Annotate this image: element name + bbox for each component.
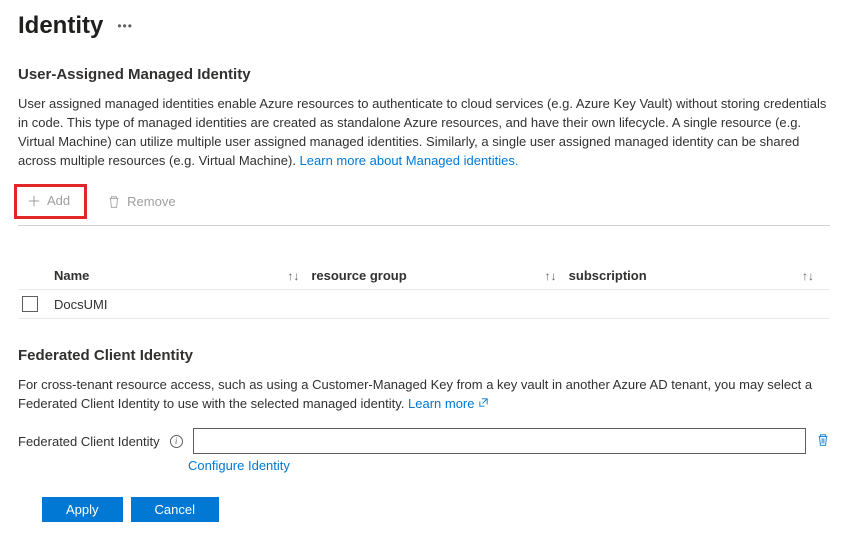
configure-identity-link[interactable]: Configure Identity <box>188 458 290 473</box>
col-resource-group[interactable]: resource group <box>311 268 528 283</box>
info-icon[interactable]: i <box>170 435 183 448</box>
federated-client-identity-input[interactable] <box>193 428 806 454</box>
add-button-highlight: Add <box>14 184 87 219</box>
footer-buttons: Apply Cancel <box>42 497 830 522</box>
federated-input-row: Federated Client Identity i <box>18 428 830 454</box>
remove-button-label: Remove <box>127 194 175 209</box>
page-header: Identity ••• <box>18 12 830 40</box>
col-name[interactable]: Name <box>54 268 271 283</box>
sort-icon[interactable]: ↑↓ <box>287 269 311 283</box>
row-checkbox[interactable] <box>22 296 38 312</box>
sort-icon[interactable]: ↑↓ <box>545 269 569 283</box>
cell-name: DocsUMI <box>54 297 271 312</box>
delete-button[interactable] <box>816 433 830 450</box>
external-link-icon <box>478 397 489 408</box>
federated-learn-more-link[interactable]: Learn more <box>408 396 489 411</box>
configure-identity-row: Configure Identity <box>188 458 830 473</box>
federated-section: Federated Client Identity For cross-tena… <box>18 347 830 473</box>
umi-section: User-Assigned Managed Identity User assi… <box>18 66 830 319</box>
federated-description: For cross-tenant resource access, such a… <box>18 376 830 414</box>
add-button[interactable]: Add <box>21 189 76 212</box>
table-row: DocsUMI <box>18 290 830 319</box>
federated-section-title: Federated Client Identity <box>18 347 830 364</box>
trash-icon <box>107 195 121 209</box>
add-button-label: Add <box>47 193 70 208</box>
table-header-row: Name ↑↓ resource group ↑↓ subscription ↑… <box>18 262 830 290</box>
plus-icon <box>27 194 41 208</box>
page-title: Identity <box>18 12 103 40</box>
umi-description: User assigned managed identities enable … <box>18 95 830 170</box>
trash-icon <box>816 433 830 447</box>
umi-section-title: User-Assigned Managed Identity <box>18 66 830 83</box>
umi-learn-more-link[interactable]: Learn more about Managed identities. <box>300 153 519 168</box>
cancel-button[interactable]: Cancel <box>131 497 219 522</box>
federated-field-label: Federated Client Identity <box>18 434 160 449</box>
sort-icon[interactable]: ↑↓ <box>802 269 826 283</box>
remove-button[interactable]: Remove <box>101 190 181 213</box>
umi-toolbar: Add Remove <box>18 184 830 226</box>
apply-button[interactable]: Apply <box>42 497 123 522</box>
more-icon[interactable]: ••• <box>117 19 133 33</box>
col-subscription[interactable]: subscription <box>569 268 786 283</box>
umi-table: Name ↑↓ resource group ↑↓ subscription ↑… <box>18 262 830 319</box>
